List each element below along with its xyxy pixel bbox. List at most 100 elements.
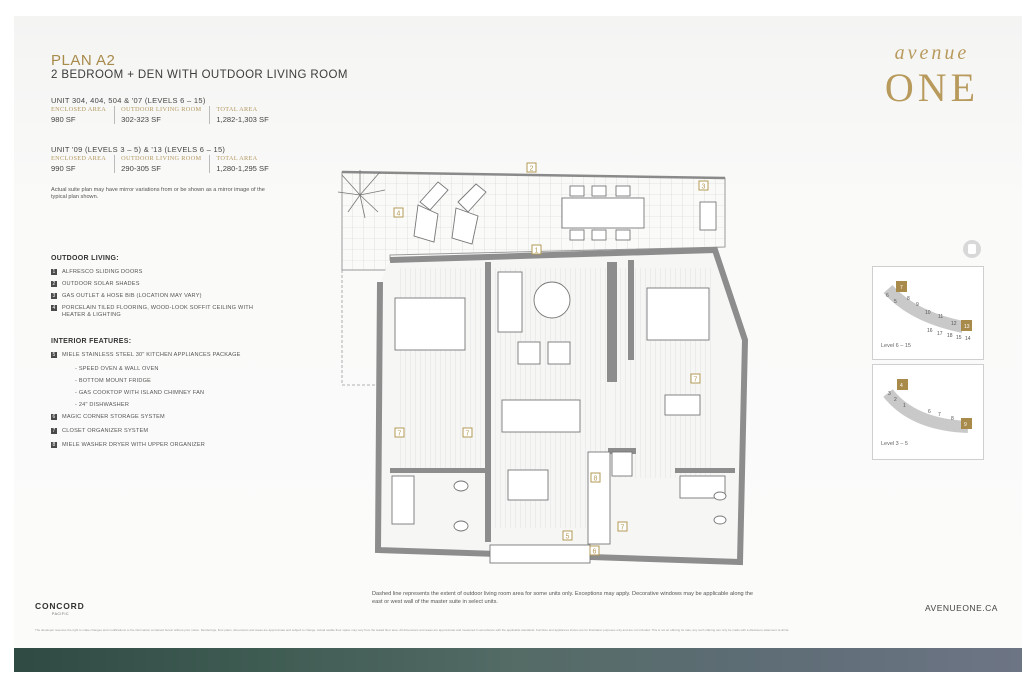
keyplan-number: 8	[907, 296, 910, 302]
unit-block-1: UNIT 304, 404, 504 & '07 (LEVELS 6 – 15)…	[51, 96, 283, 124]
legal-fineprint: The developer reserves the right to make…	[35, 628, 790, 632]
plan-title: PLAN A2	[51, 52, 116, 69]
area-label: ENCLOSED AREA	[51, 106, 107, 113]
legend-item: 4 PORCELAIN TILED FLOORING, WOOD-LOOK SOF…	[51, 305, 261, 319]
area-label: TOTAL AREA	[216, 106, 258, 113]
plan-marker-6: 6	[589, 545, 600, 556]
keyplan-number: 7	[938, 412, 941, 418]
marker-label: 1	[535, 248, 539, 255]
keyplan-number: 5	[894, 299, 897, 305]
legend-subitem: - 24" DISHWASHER	[75, 402, 130, 408]
interior-features-heading: INTERIOR FEATURES:	[51, 338, 132, 345]
marker-label: 2	[530, 166, 534, 173]
legend-item: 7 CLOSET ORGANIZER SYSTEM	[51, 428, 261, 435]
keyplan-number: 6	[886, 293, 889, 299]
keyplan-levels-6-15: 7 6 5 8 9 10 11 12 13 14 16 17 18 15 Lev…	[872, 266, 984, 360]
area-value: 1,282-1,303 SF	[216, 115, 269, 124]
legend-subitem: - GAS COOKTOP WITH ISLAND CHIMNEY FAN	[75, 390, 205, 396]
legend-text: MIELE STAINLESS STEEL 30" KITCHEN APPLIA…	[62, 352, 241, 358]
plan-marker-7-bed1: 7	[394, 427, 405, 438]
area-label: ENCLOSED AREA	[51, 155, 107, 162]
avenue-one-logo-script: avenue	[894, 42, 970, 64]
marker-label: 3	[702, 184, 706, 191]
area-value: 302-323 SF	[121, 115, 161, 124]
keyplan-number: 18	[947, 333, 953, 339]
area-label: TOTAL AREA	[216, 155, 258, 162]
keyplan-number: 1	[903, 403, 906, 409]
unit-block-2: UNIT '09 (LEVELS 3 – 5) & '13 (LEVELS 6 …	[51, 145, 283, 173]
plan-marker-4: 4	[393, 207, 404, 218]
number-badge: 6	[51, 414, 57, 420]
keyplan-number: 11	[938, 314, 943, 320]
marker-label: 4	[397, 211, 401, 218]
keyplan-number: 17	[937, 331, 943, 337]
number-badge: 7	[51, 428, 57, 434]
area-value: 990 SF	[51, 164, 76, 173]
keyplan-number: 13	[964, 324, 970, 330]
area-label: OUTDOOR LIVING ROOM	[121, 106, 202, 113]
area-value: 290-305 SF	[121, 164, 161, 173]
keyplan-number: 15	[956, 335, 962, 341]
number-badge: 2	[51, 281, 57, 287]
outdoor-area: OUTDOOR LIVING ROOM 290-305 SF	[121, 155, 211, 173]
keyplan-number: 9	[964, 422, 967, 428]
area-label: OUTDOOR LIVING ROOM	[121, 155, 202, 162]
unit-heading: UNIT '09 (LEVELS 3 – 5) & '13 (LEVELS 6 …	[51, 145, 226, 154]
legend-text: GAS OUTLET & HOSE BIB (LOCATION MAY VARY…	[62, 293, 202, 299]
area-value: 1,280-1,295 SF	[216, 164, 269, 173]
marker-label: 7	[621, 525, 625, 532]
legend-subitem: - BOTTOM MOUNT FRIDGE	[75, 378, 152, 384]
legend-text: MAGIC CORNER STORAGE SYSTEM	[62, 414, 165, 420]
unit-heading: UNIT 304, 404, 504 & '07 (LEVELS 6 – 15)	[51, 96, 206, 105]
keyplan-number: 14	[965, 336, 971, 342]
keyplan-number: 9	[916, 302, 919, 308]
keyplan-level-label: Level 6 – 15	[881, 343, 911, 349]
legend-item: 8 MIELE WASHER DRYER WITH UPPER ORGANIZER	[51, 442, 261, 449]
plan-marker-7-den: 7	[462, 427, 473, 438]
marker-label: 8	[594, 476, 598, 483]
mirror-disclaimer: Actual suite plan may have mirror variat…	[51, 187, 265, 200]
plan-marker-5: 5	[562, 530, 573, 541]
enclosed-area: ENCLOSED AREA 980 SF	[51, 106, 116, 124]
keyplan-number: 2	[894, 397, 897, 403]
concord-logo-subtitle: PACIFIC	[52, 612, 70, 616]
legend-text: ALFRESCO SLIDING DOORS	[62, 269, 143, 275]
number-badge: 8	[51, 442, 57, 448]
keyplan-number: 3	[888, 391, 891, 397]
concord-logo: CONCORD	[35, 601, 85, 611]
plan-marker-1: 1	[531, 244, 542, 255]
website-link[interactable]: AVENUEONE.CA	[925, 603, 998, 613]
area-value: 980 SF	[51, 115, 76, 124]
legend-text: MIELE WASHER DRYER WITH UPPER ORGANIZER	[62, 442, 205, 448]
keyplan-number: 4	[900, 383, 903, 389]
legend-subitem: - SPEED OVEN & WALL OVEN	[75, 366, 159, 372]
legend-item: 3 GAS OUTLET & HOSE BIB (LOCATION MAY VAR…	[51, 293, 261, 300]
marker-label: 5	[566, 534, 570, 541]
number-badge: 5	[51, 352, 57, 358]
keyplan-level-label: Level 3 – 5	[881, 441, 908, 447]
avenue-one-logo-word: ONE	[884, 65, 980, 110]
outdoor-living-list: 1 ALFRESCO SLIDING DOORS 2 OUTDOOR SOLAR S…	[51, 269, 261, 324]
plan-subtitle: 2 BEDROOM + DEN WITH OUTDOOR LIVING ROOM	[51, 69, 348, 81]
plan-marker-8: 8	[590, 472, 601, 483]
plan-marker-7-bed2: 7	[690, 373, 701, 384]
number-badge: 3	[51, 293, 57, 299]
total-area: TOTAL AREA 1,282-1,303 SF	[216, 106, 276, 124]
north-compass-icon	[963, 240, 981, 258]
legend-item: 5 MIELE STAINLESS STEEL 30" KITCHEN APPLI…	[51, 352, 261, 359]
marker-label: 7	[398, 431, 402, 438]
legend-text: CLOSET ORGANIZER SYSTEM	[62, 428, 149, 434]
keyplan-levels-3-5: 4 3 2 1 6 7 8 9 Level 3 – 5	[872, 364, 984, 460]
legend-text: OUTDOOR SOLAR SHADES	[62, 281, 140, 287]
marker-label: 6	[593, 549, 597, 556]
plan-note: Dashed line represents the extent of out…	[372, 591, 753, 605]
plan-marker-2: 2	[526, 162, 537, 173]
enclosed-area: ENCLOSED AREA 990 SF	[51, 155, 116, 173]
plan-marker-7-hall: 7	[617, 521, 628, 532]
interior-features-list: 5 MIELE STAINLESS STEEL 30" KITCHEN APPLI…	[51, 352, 261, 454]
legend-item: 6 MAGIC CORNER STORAGE SYSTEM	[51, 414, 261, 421]
outdoor-living-heading: OUTDOOR LIVING:	[51, 255, 119, 262]
legend-text: PORCELAIN TILED FLOORING, WOOD-LOOK SOFF…	[62, 305, 254, 318]
keyplan-number: 6	[928, 409, 931, 415]
outdoor-area: OUTDOOR LIVING ROOM 302-323 SF	[121, 106, 211, 124]
